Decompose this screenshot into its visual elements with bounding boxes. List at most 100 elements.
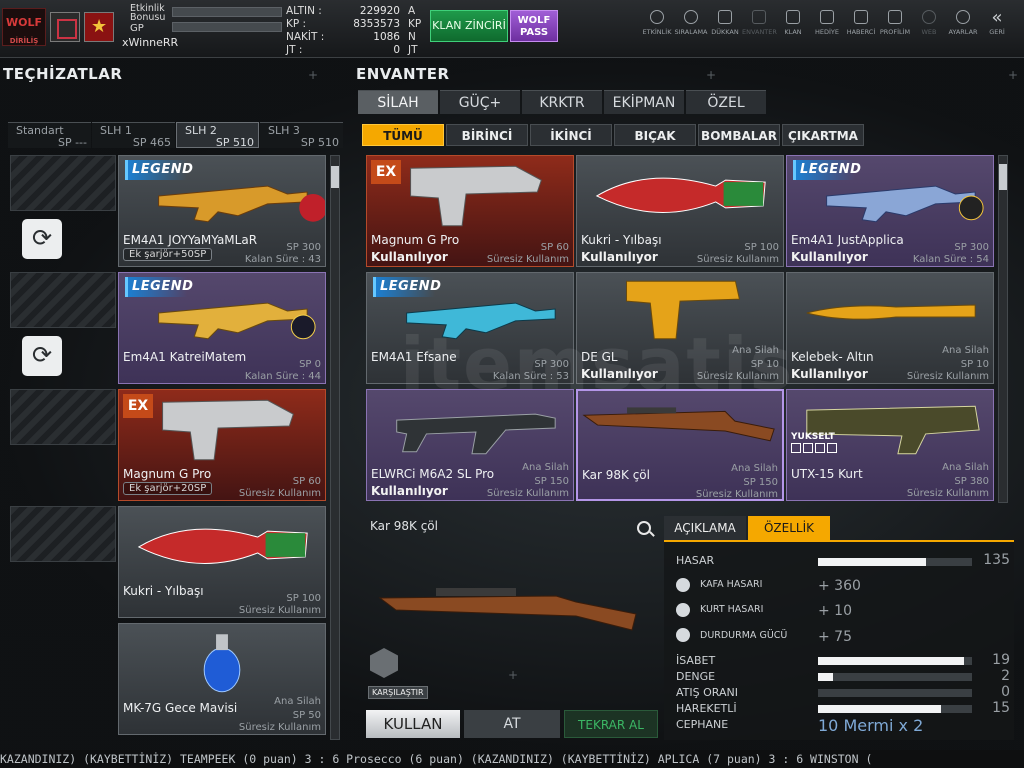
- subtab-cikartma[interactable]: ÇIKARTMA: [782, 124, 864, 146]
- item-sp: SP 0: [299, 359, 321, 370]
- stat-bonus: + 10: [818, 603, 852, 619]
- equipment-scrollbar[interactable]: [330, 155, 340, 740]
- stat-label: KURT HASARI: [700, 604, 764, 615]
- watermark: itemsatis: [400, 322, 795, 406]
- item-category: Ana Silah: [522, 462, 569, 473]
- stopping-power-icon: [676, 628, 690, 642]
- klan-chain-button[interactable]: KLAN ZİNCİRİ: [430, 10, 508, 42]
- tab-ozel[interactable]: ÖZEL: [686, 90, 766, 114]
- stat-label: ATIŞ ORANI: [676, 686, 738, 699]
- globe-icon: [922, 10, 936, 24]
- item-name: Magnum G Pro: [123, 467, 212, 481]
- empty-slot[interactable]: [10, 506, 116, 562]
- slot-tab-slh2[interactable]: SLH 2 SP 510: [176, 122, 259, 148]
- wolf-pass-button[interactable]: WOLF PASS: [510, 10, 558, 42]
- stat-bar: [818, 705, 972, 713]
- equipped-card-3[interactable]: EX Magnum G Pro Ek şarjör+20SP SP 60 Sür…: [118, 389, 326, 501]
- kukri-image: [137, 528, 308, 564]
- slot-tab-slh1[interactable]: SLH 1 SP 465: [92, 122, 175, 148]
- swap-icon[interactable]: ⟳: [22, 219, 62, 259]
- item-category: Ana Silah: [274, 696, 321, 707]
- subtab-tumu[interactable]: TÜMÜ: [362, 124, 444, 146]
- in-use-label: Kullanılıyor: [371, 484, 448, 498]
- stat-value: 2: [1001, 668, 1010, 684]
- item-sp: SP 100: [744, 242, 779, 253]
- nav-siralama[interactable]: SIRALAMA: [674, 8, 708, 36]
- selected-weapon-image: [378, 588, 637, 631]
- tab-silah[interactable]: SİLAH: [358, 90, 438, 114]
- slot-tab-slh3[interactable]: SLH 3 SP 510: [260, 122, 343, 148]
- empty-slot[interactable]: [10, 272, 116, 328]
- tab-guc[interactable]: GÜÇ+: [440, 90, 520, 114]
- empty-slot[interactable]: [10, 389, 116, 445]
- legend-badge: LEGEND: [125, 160, 193, 180]
- swap-icon[interactable]: ⟳: [22, 336, 62, 376]
- tab-ekipman[interactable]: EKİPMAN: [604, 90, 684, 114]
- slot-tab-standart[interactable]: Standart SP ---: [8, 122, 91, 148]
- inventory-scrollbar[interactable]: [998, 155, 1008, 503]
- item-time: Süresiz Kullanım: [696, 254, 779, 265]
- zoom-icon[interactable]: [637, 521, 651, 535]
- item-name: Kukri - Yılbaşı: [581, 233, 662, 247]
- gift-icon: [820, 10, 834, 24]
- inventory-card[interactable]: Kukri - Yılbaşı SP 100 Süresiz Kullanım …: [576, 155, 784, 267]
- wolf-icon: [676, 603, 690, 617]
- compare-button[interactable]: KARŞILAŞTIR: [368, 686, 428, 699]
- ammo-value: 10 Mermi x 2: [818, 716, 924, 735]
- subtab-bicak[interactable]: BIÇAK: [614, 124, 696, 146]
- equipped-card-5[interactable]: MK-7G Gece Mavisi Ana Silah SP 50 Süresi…: [118, 623, 326, 735]
- tab-description[interactable]: AÇIKLAMA: [664, 516, 746, 540]
- top-bar: WOLFDİRİLİŞ Etkinlik Bonusu GP xWinneRR …: [0, 0, 1024, 58]
- nav-geri[interactable]: «GERİ: [980, 8, 1014, 37]
- stat-label: HASAR: [676, 554, 715, 567]
- nav-klan[interactable]: KLAN: [776, 8, 810, 36]
- equipped-card-4[interactable]: Kukri - Yılbaşı SP 100 Süresiz Kullanım: [118, 506, 326, 618]
- username: xWinneRR: [122, 36, 179, 49]
- subtab-ikinci[interactable]: İKİNCİ: [530, 124, 612, 146]
- slot-tabs: Standart SP --- SLH 1 SP 465 SLH 2 SP 510 S…: [8, 122, 344, 148]
- item-sp: SP 60: [292, 476, 321, 487]
- item-name: Em4A1 JustApplica: [791, 233, 904, 247]
- stat-value: 0: [1001, 684, 1010, 700]
- extra-mag-badge: Ek şarjör+20SP: [123, 482, 213, 495]
- inventory-card[interactable]: Kelebek- Altın Ana Silah SP 10 Süresiz K…: [786, 272, 994, 384]
- stat-bar: [818, 673, 972, 681]
- nav-dukkan[interactable]: DÜKKAN: [708, 8, 742, 36]
- equipped-card-2[interactable]: LEGEND Em4A1 KatreiMatem SP 0 Kalan Süre…: [118, 272, 326, 384]
- plus-marker: +: [508, 668, 519, 682]
- item-sp: SP 50: [292, 710, 321, 721]
- selected-item-name: Kar 98K çöl: [370, 519, 438, 533]
- nav-hediye[interactable]: HEDİYE: [810, 8, 844, 36]
- subtab-birinci[interactable]: BİRİNCİ: [446, 124, 528, 146]
- currency-altin: ALTIN :229920 A: [286, 5, 416, 17]
- scroll-thumb[interactable]: [999, 164, 1007, 190]
- nav-profilim[interactable]: PROFİLİM: [878, 8, 912, 36]
- tab-properties[interactable]: ÖZELLİK: [748, 516, 830, 540]
- use-button[interactable]: KULLAN: [366, 710, 460, 738]
- empty-slot[interactable]: [10, 155, 116, 211]
- nav-ayarlar[interactable]: AYARLAR: [946, 8, 980, 36]
- drop-button[interactable]: AT: [464, 710, 560, 738]
- item-time: Kalan Süre : 54: [912, 254, 989, 265]
- item-time: Süresiz Kullanım: [906, 371, 989, 382]
- tab-krktr[interactable]: KRKTR: [522, 90, 602, 114]
- nav-web[interactable]: WEB: [912, 8, 946, 36]
- category-tabs: TÜMÜ BİRİNCİ İKİNCİ BIÇAK BOMBALAR ÇIKAR…: [362, 124, 866, 146]
- inventory-icon: [752, 10, 766, 24]
- nav-etkinlik[interactable]: ETKİNLİK: [640, 8, 674, 36]
- equipped-card-1[interactable]: LEGEND EM4A1 JOYYaMYaMLaR Ek şarjör+50SP…: [118, 155, 326, 267]
- nav-haberci[interactable]: HABERCİ: [844, 8, 878, 36]
- skull-icon: [676, 578, 690, 592]
- etkinlik-label: Etkinlik Bonusu: [130, 3, 166, 23]
- subtab-bombalar[interactable]: BOMBALAR: [698, 124, 780, 146]
- nav-envanter[interactable]: ENVANTER: [742, 8, 777, 36]
- inventory-card[interactable]: EX Magnum G Pro SP 60 Süresiz Kullanım K…: [366, 155, 574, 267]
- stat-bonus: + 360: [818, 578, 861, 594]
- stat-value: 135: [983, 552, 1010, 568]
- scroll-thumb[interactable]: [331, 166, 339, 188]
- rebuy-button[interactable]: TEKRAR AL: [564, 710, 658, 738]
- medal-icon: [684, 10, 698, 24]
- inventory-title: ENVANTER: [356, 65, 450, 83]
- inventory-card[interactable]: YUKSELT UTX-15 Kurt Ana Silah SP 380 Sür…: [786, 389, 994, 501]
- inventory-card[interactable]: LEGEND Em4A1 JustApplica SP 300 Kalan Sü…: [786, 155, 994, 267]
